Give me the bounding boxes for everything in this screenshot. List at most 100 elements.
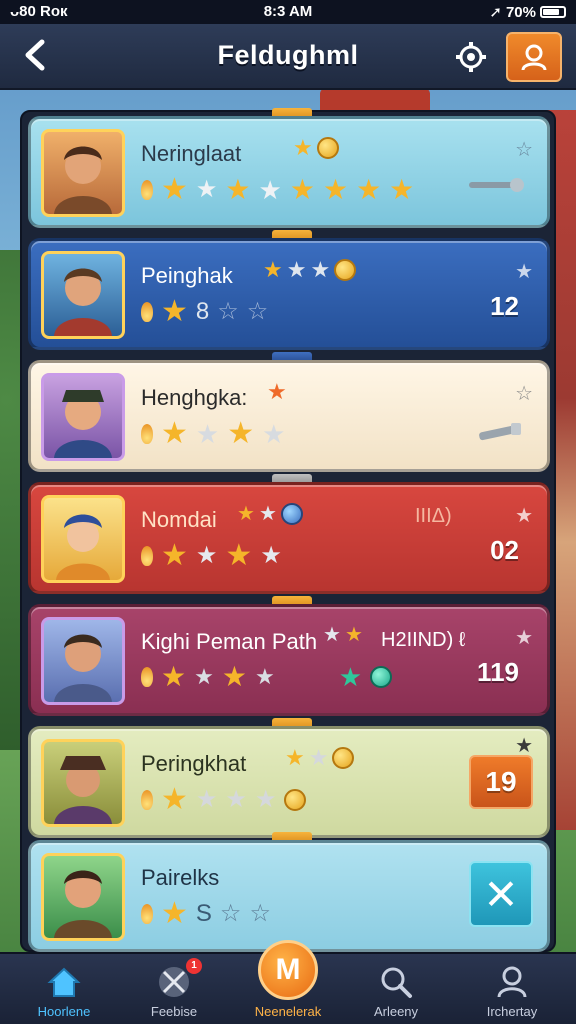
player-card[interactable]: Nomdai ★ ★ ΙΙΙΔ) ★ ★ ★ ★ ★ 02 xyxy=(28,482,550,594)
player-rank-icons: ★ ★ xyxy=(237,503,303,525)
player-name: Nomdai xyxy=(141,507,217,532)
nav-item-profile[interactable]: Irchertay xyxy=(462,960,562,1022)
star-icon: ★ xyxy=(161,783,188,816)
star-icon: ★ xyxy=(195,542,218,569)
player-avatar xyxy=(41,739,125,827)
player-rank-icons: ★ ★ xyxy=(323,625,363,645)
star-outline-icon: ★ xyxy=(515,735,533,757)
star-icon: ★ xyxy=(225,539,253,572)
user-icon xyxy=(521,44,547,71)
player-stars: ★ ★ ★ ★ xyxy=(141,419,285,449)
coin-stack-icon xyxy=(316,137,339,159)
star-outline-icon: ★ xyxy=(515,505,533,527)
player-avatar xyxy=(41,617,125,705)
nav-item-home[interactable]: Hoorlene xyxy=(14,960,114,1022)
flame-icon xyxy=(141,904,153,924)
player-annotation: H2ΙΙΝD) ℓ xyxy=(381,629,466,651)
nav-label: Arleeny xyxy=(373,1004,419,1019)
player-stars: ★ ★ ★ ★ ★ ★ ★ ★ xyxy=(141,175,414,205)
coin-stack-icon xyxy=(284,789,307,811)
star-icon: ★ xyxy=(161,539,188,572)
status-bar: ᴗ80 Rок 8:3 AM ➚ 70% xyxy=(0,0,576,24)
star-icon: ★ xyxy=(225,174,251,205)
gear-icon xyxy=(456,42,486,72)
star-icon: ★ xyxy=(389,174,415,205)
nav-label: Irchertay xyxy=(486,1004,538,1019)
wrench-icon xyxy=(465,175,525,200)
home-icon xyxy=(47,967,81,997)
star-icon: ★ xyxy=(310,257,331,282)
player-score: 12 xyxy=(490,291,519,321)
star-icon: ★ xyxy=(258,503,277,525)
star-outline-icon: ☆ xyxy=(246,298,269,325)
player-card[interactable]: Kighi Peman Path ★ ★ H2ΙΙΝD) ℓ ★ ★ ★ ★ ★… xyxy=(28,604,550,716)
star-outline-icon: ☆ xyxy=(515,139,533,161)
player-rank-icons: ★ xyxy=(267,381,287,403)
nav-item-search[interactable]: Arleeny xyxy=(346,960,446,1022)
location-icon: ➚ xyxy=(489,4,502,21)
bottom-nav: Hoorlene 1 Feebise M Neenelerak Arleeny … xyxy=(0,940,576,1024)
player-card[interactable]: Peinghak ★ ★ ★ ★ 8 ☆ ☆ ★ 12 xyxy=(28,238,550,350)
star-icon: ★ xyxy=(262,419,286,449)
player-rank-icons: ★ xyxy=(293,137,339,159)
star-icon: ★ xyxy=(161,173,188,206)
star-icon: ★ xyxy=(289,174,315,205)
star-icon: ★ xyxy=(344,624,363,646)
favorite-button[interactable]: ★ xyxy=(515,259,533,284)
nav-item-main[interactable]: M xyxy=(258,940,318,1000)
player-card[interactable]: Neringlaat ★ ★ ★ ★ ★ ★ ★ ★ ★ ☆ xyxy=(28,116,550,228)
player-list: Neringlaat ★ ★ ★ ★ ★ ★ ★ ★ ★ ☆ Peinghak … xyxy=(20,108,556,952)
gem-icon xyxy=(280,503,303,525)
nav-item-battle[interactable]: 1 Feebise xyxy=(124,958,224,1022)
player-stars: ★ ★ ★ ★ xyxy=(141,783,307,816)
player-stars: ★ ★ ★ ★ ★ xyxy=(141,663,392,691)
player-score: 119 xyxy=(477,657,519,687)
star-outline-icon: ★ xyxy=(515,627,533,649)
star-outline-icon: ☆ xyxy=(249,900,271,927)
player-extra-number: S xyxy=(195,900,212,927)
player-extra-number: 8 xyxy=(195,298,210,325)
nav-label: Feebise xyxy=(150,1004,198,1019)
star-icon: ★ xyxy=(308,745,329,770)
m-logo-icon: M xyxy=(275,953,301,986)
star-outline-icon: ☆ xyxy=(515,383,533,405)
player-avatar xyxy=(41,373,125,461)
favorite-button[interactable]: ☆ xyxy=(515,137,533,162)
player-name: Pairelks xyxy=(141,865,220,890)
player-avatar xyxy=(41,251,125,339)
favorite-button[interactable]: ☆ xyxy=(515,381,533,406)
player-stars: ★ ★ ★ ★ xyxy=(141,541,282,571)
star-icon: ★ xyxy=(263,257,283,282)
star-outline-icon: ☆ xyxy=(219,900,242,927)
player-name: Neringlaat xyxy=(141,141,242,166)
close-icon: ✕ xyxy=(483,870,519,918)
battery-icon xyxy=(540,6,566,18)
gem-icon xyxy=(370,666,392,688)
settings-button[interactable] xyxy=(454,40,488,74)
wrench-icon xyxy=(475,419,525,448)
app-header: Feldughml xyxy=(0,24,576,90)
star-icon: ★ xyxy=(260,542,282,569)
close-button[interactable]: ✕ xyxy=(469,861,533,927)
flame-icon xyxy=(141,180,153,200)
player-card[interactable]: Peringkhat ★ ★ ★ ★ ★ ★ ★ 19 xyxy=(28,726,550,838)
star-icon: ★ xyxy=(237,503,255,525)
favorite-button[interactable]: ★ xyxy=(515,503,533,528)
player-name: Peinghak xyxy=(141,263,233,288)
star-icon: ★ xyxy=(161,661,187,692)
player-rank-icons: ★ ★ xyxy=(285,745,355,770)
favorite-button[interactable]: ★ xyxy=(515,625,533,650)
level-badge[interactable]: 19 xyxy=(469,755,533,809)
player-name: Peringkhat xyxy=(141,751,247,776)
nav-label: Neenelerak xyxy=(254,1004,322,1019)
player-card[interactable]: Pairelks ★ S ☆ ☆ ✕ xyxy=(28,840,550,952)
player-card[interactable]: Henghgka: ★ ★ ★ ★ ★ ☆ xyxy=(28,360,550,472)
coin-icon xyxy=(332,747,355,769)
star-icon: ★ xyxy=(195,419,220,449)
profile-button[interactable] xyxy=(506,32,562,82)
star-icon: ★ xyxy=(293,135,313,160)
player-name: Kighi Peman Path xyxy=(141,629,318,654)
star-icon: ★ xyxy=(221,661,247,692)
star-icon: ★ xyxy=(356,174,382,205)
player-rank-icons: ★ ★ ★ xyxy=(263,257,357,282)
